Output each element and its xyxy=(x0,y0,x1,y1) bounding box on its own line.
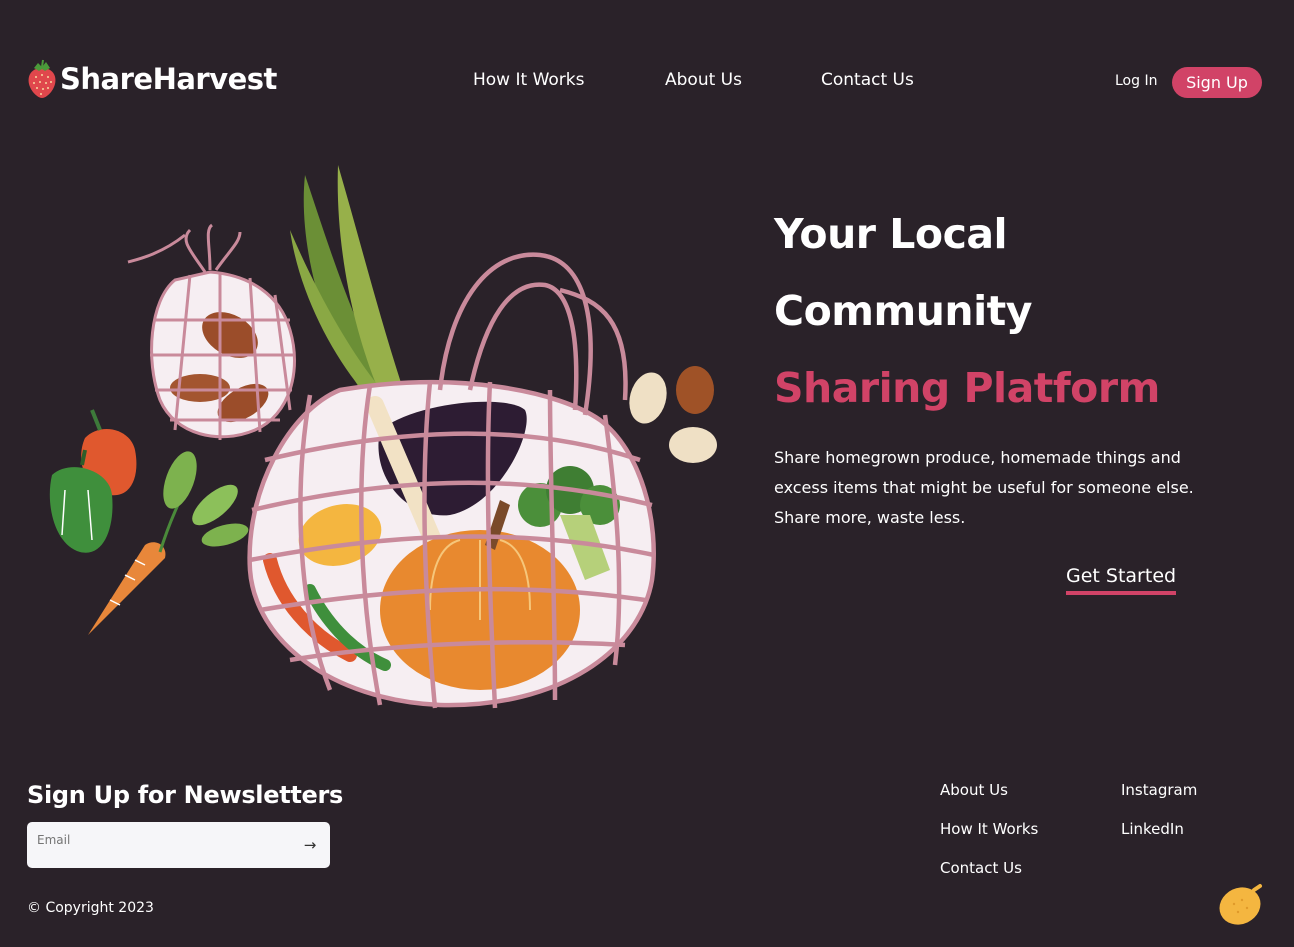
footer-links-site: About Us How It Works Contact Us xyxy=(940,780,1038,897)
eggs xyxy=(629,366,717,463)
footer-link-linkedin[interactable]: LinkedIn xyxy=(1121,819,1197,858)
footer-link-how-it-works[interactable]: How It Works xyxy=(940,819,1038,858)
lemon-icon[interactable] xyxy=(1216,882,1264,926)
produce-mesh-bags-illustration xyxy=(49,165,717,709)
copyright-text: © Copyright 2023 xyxy=(27,900,154,916)
login-link[interactable]: Log In xyxy=(1115,73,1157,89)
hero-title-line2: Community xyxy=(774,287,1032,335)
nav-how-it-works[interactable]: How It Works xyxy=(473,70,665,90)
brand-name: ShareHarvest xyxy=(60,62,277,96)
big-mesh-bag xyxy=(247,252,656,709)
hero-title-line1: Your Local xyxy=(774,210,1008,258)
get-started-button[interactable]: Get Started xyxy=(1066,565,1177,595)
hero-title: Your Local Community Sharing Platform xyxy=(774,196,1160,427)
hero-title-line3: Sharing Platform xyxy=(774,364,1160,412)
strawberry-icon xyxy=(28,59,56,98)
footer-link-contact-us[interactable]: Contact Us xyxy=(940,858,1038,897)
arrow-right-icon[interactable]: → xyxy=(301,836,319,854)
main-nav: How It Works About Us Contact Us xyxy=(473,70,941,90)
footer-links-social: Instagram LinkedIn xyxy=(1121,780,1197,858)
newsletter-title: Sign Up for Newsletters xyxy=(27,781,344,809)
footer-link-instagram[interactable]: Instagram xyxy=(1121,780,1197,819)
signup-button[interactable]: Sign Up xyxy=(1172,67,1262,98)
nav-contact-us[interactable]: Contact Us xyxy=(821,70,941,90)
email-field[interactable] xyxy=(37,833,287,847)
footer-link-about-us[interactable]: About Us xyxy=(940,780,1038,819)
brand-logo[interactable]: ShareHarvest xyxy=(26,58,277,100)
nav-about-us[interactable]: About Us xyxy=(665,70,821,90)
newsletter-form: → xyxy=(27,822,330,868)
landing-page: ShareHarvest How It Works About Us Conta… xyxy=(0,0,1294,947)
hero-description: Share homegrown produce, homemade things… xyxy=(774,448,1194,527)
leek xyxy=(290,165,405,410)
potato-bag xyxy=(127,223,297,440)
